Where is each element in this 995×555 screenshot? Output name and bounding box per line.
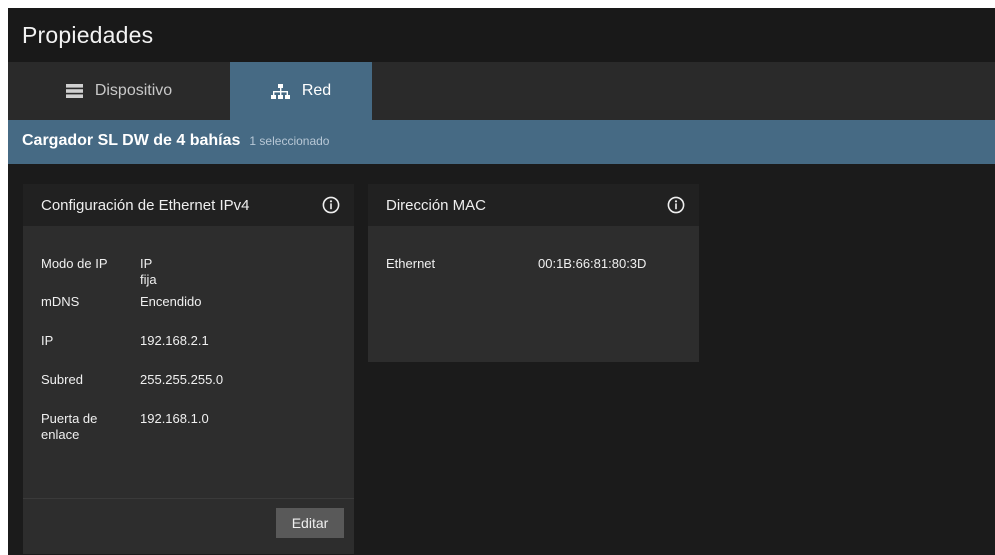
subnet-label: Subred (41, 372, 83, 387)
tab-red[interactable]: Red (230, 62, 372, 120)
ip-label: IP (41, 333, 54, 348)
window-title: Propiedades (22, 21, 154, 48)
ip-value: 192.168.2.1 (140, 333, 209, 348)
info-icon[interactable] (667, 196, 685, 214)
mdns-label: mDNS (41, 294, 80, 309)
subnet-value: 255.255.255.0 (140, 372, 224, 387)
ethernet-mac-value: 00:1B:66:81:80:3D (538, 256, 647, 271)
device-name: Cargador SL DW de 4 bahías (22, 132, 241, 149)
device-header: Cargador SL DW de 4 bahías 1 seleccionad… (8, 120, 995, 164)
ethernet-label: Ethernet (386, 256, 436, 271)
ipv4-card-title: Configuración de Ethernet IPv4 (41, 196, 250, 214)
mac-card-title: Dirección MAC (386, 196, 487, 214)
tab-bar: Dispositivo Red (8, 62, 995, 120)
ipv4-card-footer: Editar (23, 498, 354, 554)
ipv4-config-card: Configuración de Ethernet IPv4 Modo de I… (23, 184, 354, 554)
selection-count: 1 seleccionado (249, 134, 330, 148)
gateway-label: Puerta de enlace (41, 411, 98, 442)
edit-button[interactable]: Editar (276, 508, 344, 538)
ip-mode-label: Modo de IP (41, 256, 108, 271)
server-icon (65, 84, 83, 98)
title-bar: Propiedades (8, 8, 995, 62)
tab-dispositivo-label: Dispositivo (94, 82, 173, 99)
mac-card-header: Dirección MAC (368, 184, 699, 226)
network-icon (270, 83, 290, 99)
ipv4-card-header: Configuración de Ethernet IPv4 (23, 184, 354, 226)
properties-window: Propiedades Dispositivo Red Cargador SL … (8, 8, 995, 555)
mdns-value: Encendido (140, 294, 202, 309)
content-area: Configuración de Ethernet IPv4 Modo de I… (8, 164, 995, 555)
mac-address-card: Dirección MAC Ethernet 00:1B:66:81:80:3D (368, 184, 699, 362)
info-icon[interactable] (322, 196, 340, 214)
ip-mode-value: IP fija (140, 256, 157, 287)
tab-red-label: Red (301, 82, 332, 99)
tab-dispositivo[interactable]: Dispositivo (8, 62, 230, 120)
gateway-value: 192.168.1.0 (140, 411, 209, 426)
